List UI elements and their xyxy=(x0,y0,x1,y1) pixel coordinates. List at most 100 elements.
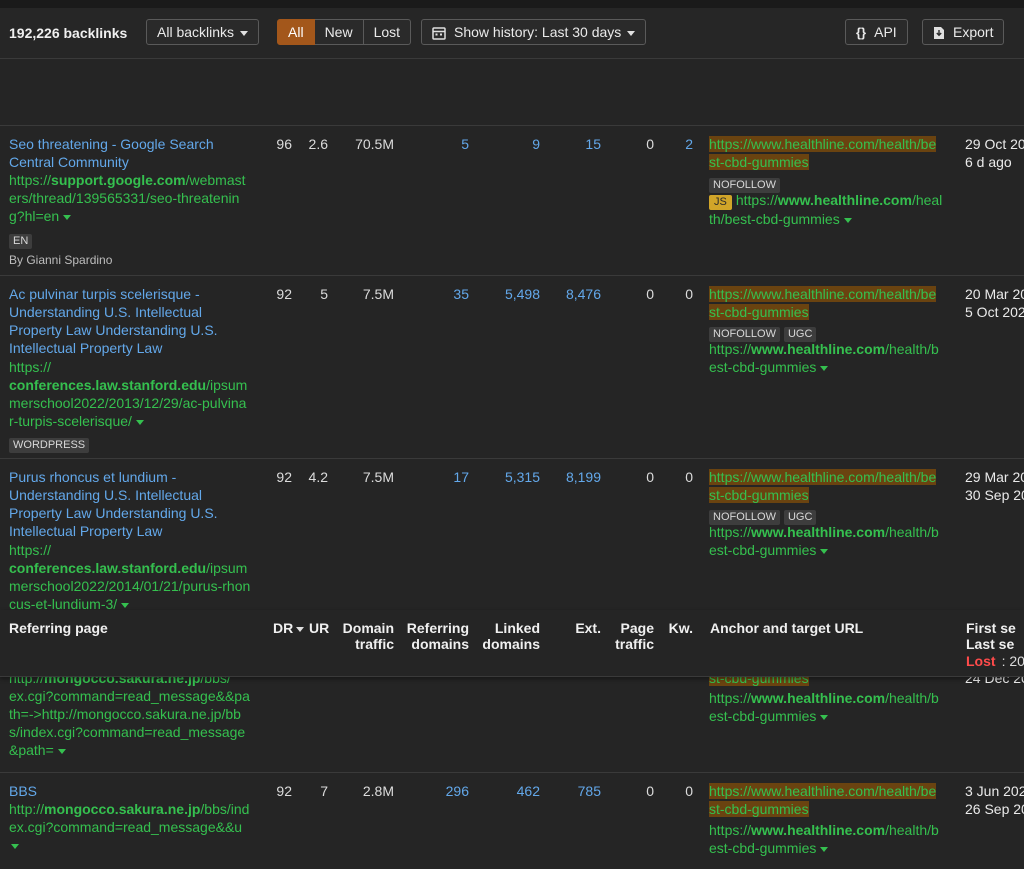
external-links-value[interactable]: 8,199 xyxy=(551,468,601,486)
linked-domains-value[interactable]: 9 xyxy=(480,135,540,153)
chevron-down-icon[interactable] xyxy=(820,846,829,852)
backlinks-count: 192,226 backlinks xyxy=(9,25,128,41)
referring-page-title[interactable]: Purus rhoncus et lundium - Understanding … xyxy=(9,468,218,540)
first-seen-date: 29 Oct 20 xyxy=(965,136,1024,152)
toolbar: 192,226 backlinks All backlinks All New … xyxy=(0,8,1024,59)
chevron-down-icon[interactable] xyxy=(11,843,19,849)
filter-dropdown[interactable]: All backlinks xyxy=(146,19,260,45)
col-keywords[interactable]: Kw. xyxy=(660,620,693,636)
col-anchor-target[interactable]: Anchor and target URL xyxy=(710,620,863,636)
chevron-down-icon[interactable] xyxy=(820,714,829,720)
col-first-seen: First se xyxy=(966,620,1016,636)
lost-date: : 20 xyxy=(1001,653,1024,669)
referring-page-url[interactable]: https://support.google.com/webmast ers/th… xyxy=(9,171,246,225)
page-traffic-value: 0 xyxy=(646,136,654,152)
chevron-down-icon[interactable] xyxy=(135,419,144,425)
table-row: BBS http://mongocco.sakura.ne.jp/bbs/ind… xyxy=(0,773,1024,869)
table-spacer xyxy=(0,59,1024,126)
last-seen-date: 26 Sep 20 xyxy=(965,801,1024,817)
referring-page-title[interactable]: Seo threatening - Google Search Central C… xyxy=(9,135,214,171)
col-first-last-seen[interactable]: First se Last se Lost : 20 xyxy=(966,620,1024,672)
external-links-value[interactable]: 785 xyxy=(551,782,601,800)
referring-page-title[interactable]: Ac pulvinar turpis scelerisque - Understa… xyxy=(9,285,218,357)
dr-value: 92 xyxy=(276,783,292,799)
calendar-icon xyxy=(432,27,446,41)
braces-icon: {} xyxy=(856,25,867,41)
chevron-down-icon[interactable] xyxy=(843,217,852,223)
referring-page-title[interactable]: BBS xyxy=(9,782,37,800)
last-seen-date: 5 Oct 202 xyxy=(965,304,1024,320)
referring-domains-value[interactable]: 17 xyxy=(409,468,469,486)
domain-traffic-value: 70.5M xyxy=(355,136,394,152)
chevron-down-icon[interactable] xyxy=(121,602,130,608)
chevron-down-icon[interactable] xyxy=(820,365,829,371)
col-ur[interactable]: UR xyxy=(309,620,329,636)
table-header: Referring page DR UR Domain traffic Refer… xyxy=(0,610,1024,677)
domain-traffic-value: 7.5M xyxy=(362,469,394,485)
chevron-down-icon xyxy=(627,30,636,36)
top-strip xyxy=(0,0,1024,8)
page-traffic-value: 0 xyxy=(646,469,654,485)
col-domain-traffic[interactable]: Domain traffic xyxy=(334,620,394,652)
referring-domains-value[interactable]: 296 xyxy=(409,782,469,800)
col-referring-page[interactable]: Referring page xyxy=(9,620,108,636)
linked-domains-value[interactable]: 5,498 xyxy=(480,285,540,303)
chevron-down-icon[interactable] xyxy=(820,548,829,554)
cms-badge: WORDPRESS xyxy=(9,438,90,453)
table-row: Ac pulvinar turpis scelerisque - Understa… xyxy=(0,276,1024,459)
ur-value: 4.2 xyxy=(308,469,328,485)
referring-page-url[interactable]: http://mongocco.sakura.ne.jp/bbs/ind ex.c… xyxy=(9,800,249,854)
status-segmented-control: All New Lost xyxy=(277,19,412,45)
target-url[interactable]: JS https://www.healthline.com/heal th/best… xyxy=(709,191,942,228)
tab-all[interactable]: All xyxy=(277,19,315,45)
col-dr[interactable]: DR xyxy=(273,620,305,636)
keywords-value: 0 xyxy=(685,783,693,799)
js-badge: JS xyxy=(709,195,732,210)
first-seen-date: 3 Jun 202 xyxy=(965,783,1024,799)
referring-page-url[interactable]: http://mongocco.sakura.ne.jp/bbs/ex.cgi?… xyxy=(9,669,250,759)
chevron-down-icon[interactable] xyxy=(57,748,66,754)
anchor-url[interactable]: https://www.healthline.com/health/be st-c… xyxy=(709,285,937,321)
anchor-url[interactable]: https://www.healthline.com/health/be st-c… xyxy=(709,782,937,818)
ur-value: 5 xyxy=(320,286,328,302)
external-links-value[interactable]: 15 xyxy=(551,135,601,153)
referring-domains-value[interactable]: 35 xyxy=(409,285,469,303)
download-icon xyxy=(934,27,944,40)
anchor-url[interactable]: https://www.healthline.com/health/be st-c… xyxy=(709,135,937,171)
api-button-label: API xyxy=(874,24,897,40)
table-row: Seo threatening - Google Search Central C… xyxy=(0,126,1024,276)
target-url[interactable]: https://www.healthline.com/health/b est-c… xyxy=(709,340,939,376)
referring-page-url[interactable]: https://conferences.law.stanford.edu/ips… xyxy=(9,541,250,613)
last-seen-date: 6 d ago xyxy=(965,154,1012,170)
history-dropdown[interactable]: Show history: Last 30 days xyxy=(421,19,647,45)
keywords-value: 0 xyxy=(685,286,693,302)
export-button[interactable]: Export xyxy=(922,19,1005,45)
linked-domains-value[interactable]: 462 xyxy=(480,782,540,800)
lost-status: Lost xyxy=(966,653,996,669)
col-last-seen: Last se xyxy=(966,636,1015,652)
target-url[interactable]: https://www.healthline.com/health/b est-c… xyxy=(709,689,939,725)
chevron-down-icon[interactable] xyxy=(63,214,72,220)
keywords-value[interactable]: 2 xyxy=(660,135,693,153)
author-label: By Gianni Spardino xyxy=(9,253,113,267)
referring-domains-value[interactable]: 5 xyxy=(409,135,469,153)
referring-page-url[interactable]: https://conferences.law.stanford.edu/ips… xyxy=(9,358,247,430)
col-ext[interactable]: Ext. xyxy=(551,620,601,636)
domain-traffic-value: 2.8M xyxy=(362,783,394,799)
page-traffic-value: 0 xyxy=(646,783,654,799)
col-page-traffic[interactable]: Page traffic xyxy=(604,620,654,652)
col-linked-domains[interactable]: Linked domains xyxy=(475,620,540,652)
external-links-value[interactable]: 8,476 xyxy=(551,285,601,303)
col-referring-domains[interactable]: Referring domains xyxy=(399,620,469,652)
table-row: http://mongocco.sakura.ne.jp/bbs/ex.cgi?… xyxy=(0,669,1024,773)
target-url[interactable]: https://www.healthline.com/health/b est-c… xyxy=(709,523,939,559)
first-seen-date: 20 Mar 20 xyxy=(965,286,1024,302)
target-url[interactable]: https://www.healthline.com/health/b est-c… xyxy=(709,821,939,857)
dr-value: 96 xyxy=(276,136,292,152)
domain-traffic-value: 7.5M xyxy=(362,286,394,302)
linked-domains-value[interactable]: 5,315 xyxy=(480,468,540,486)
api-button[interactable]: {} API xyxy=(845,19,908,45)
tab-new[interactable]: New xyxy=(314,19,364,45)
anchor-url[interactable]: https://www.healthline.com/health/be st-c… xyxy=(709,468,937,504)
tab-lost[interactable]: Lost xyxy=(363,19,412,45)
